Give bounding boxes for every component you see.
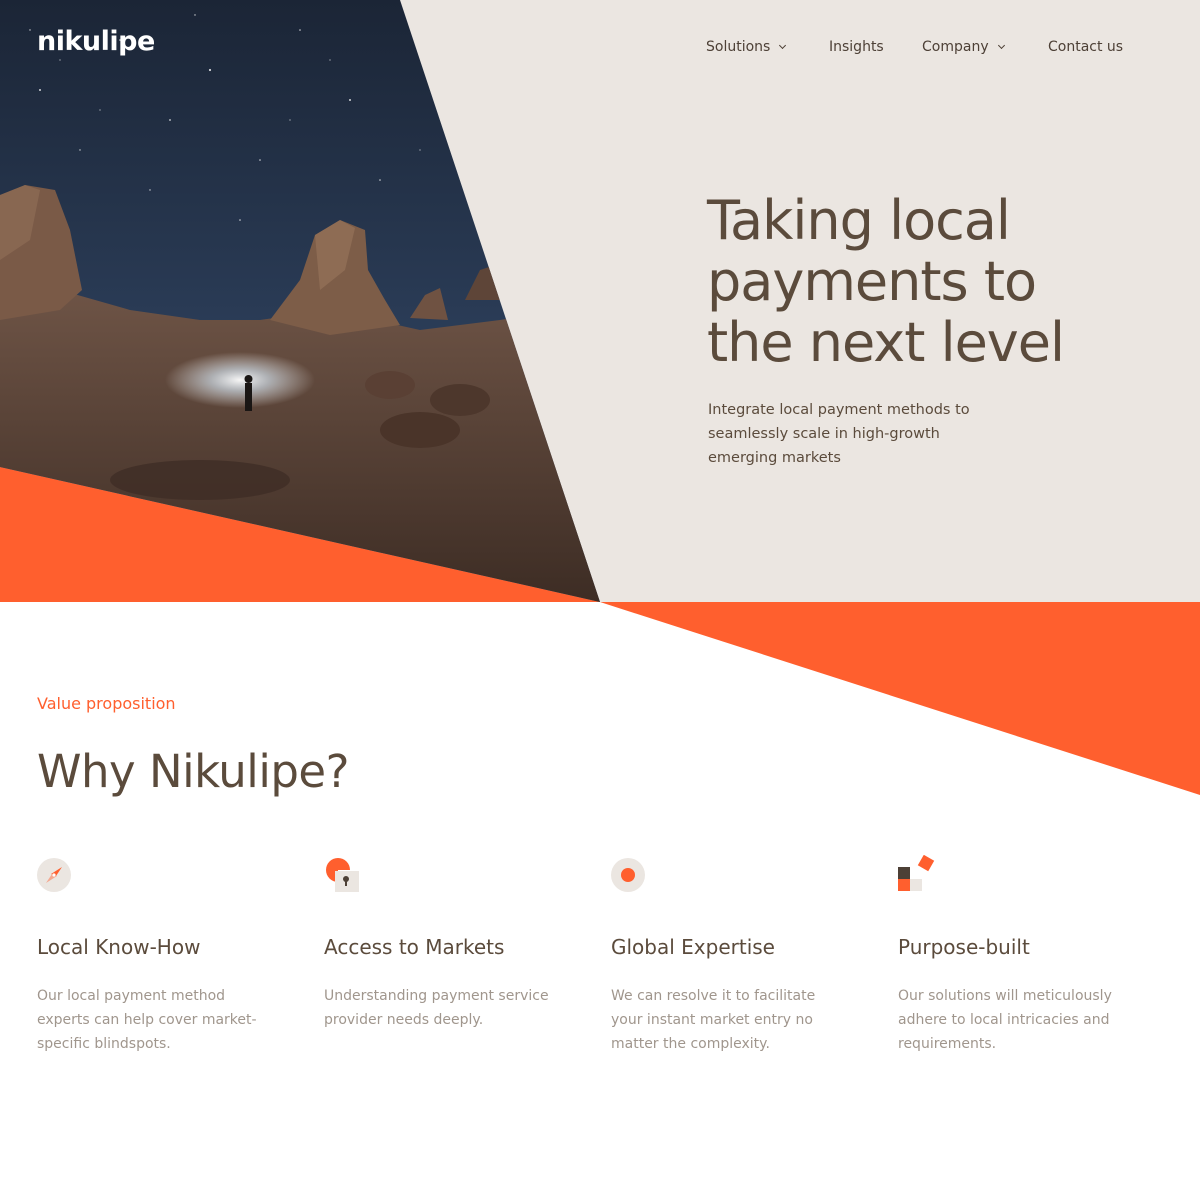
- target-dot-icon: [611, 855, 651, 895]
- nav-company-label: Company: [922, 39, 989, 55]
- nav-insights[interactable]: Insights: [829, 37, 884, 57]
- nav-insights-label: Insights: [829, 39, 884, 55]
- feature-card: Global Expertise We can resolve it to fa…: [611, 855, 851, 1052]
- feature-title: Access to Markets: [324, 935, 505, 959]
- feature-text: Our local payment method experts can hel…: [37, 988, 257, 1052]
- nav-solutions[interactable]: Solutions: [706, 37, 787, 57]
- nav-solutions-label: Solutions: [706, 39, 771, 55]
- accent-wedge-lower: [600, 602, 1200, 795]
- hero-title: Taking local payments to the next level: [707, 189, 1065, 374]
- feature-title: Global Expertise: [611, 935, 775, 959]
- section-eyebrow: Value proposition: [37, 694, 176, 713]
- compass-icon: [37, 855, 77, 895]
- chevron-down-icon: [779, 41, 787, 49]
- feature-text: Our solutions will meticulously adhere t…: [898, 988, 1112, 1052]
- feature-card: Access to Markets Understanding payment …: [324, 855, 564, 1028]
- nav-company[interactable]: Company: [922, 37, 1005, 57]
- feature-card: Local Know-How Our local payment method …: [37, 855, 277, 1052]
- nav-contact-label: Contact us: [1048, 39, 1124, 55]
- blocks-icon: [898, 854, 938, 895]
- feature-text: We can resolve it to facilitate your ins…: [611, 988, 816, 1052]
- feature-card: Purpose-built Our solutions will meticul…: [898, 854, 1138, 1052]
- logo[interactable]: nikulipe: [37, 26, 155, 57]
- keyhole-icon: [324, 855, 364, 895]
- chevron-down-icon: [997, 41, 1005, 49]
- hero-image: [0, 0, 1200, 795]
- nav-contact[interactable]: Contact us: [1048, 37, 1123, 57]
- feature-title: Local Know-How: [37, 935, 201, 959]
- feature-title: Purpose-built: [898, 935, 1030, 959]
- feature-text: Understanding payment service provider n…: [324, 988, 549, 1028]
- hero-subtitle: Integrate local payment methods to seaml…: [708, 402, 970, 466]
- section-title: Why Nikulipe?: [37, 745, 349, 798]
